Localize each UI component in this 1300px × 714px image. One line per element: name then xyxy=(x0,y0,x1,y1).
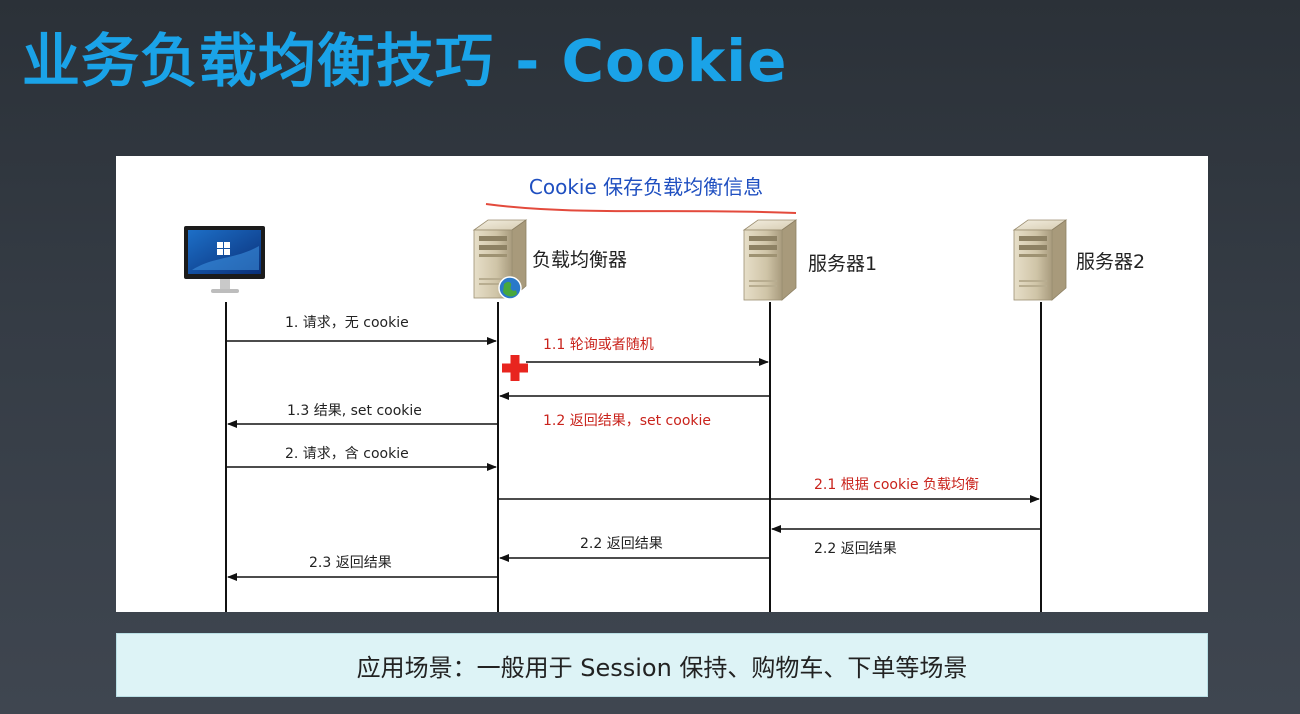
entity-label-server1: 服务器1 xyxy=(808,253,878,275)
diagram-panel: Cookie 保存负载均衡信息 负载均衡器 服务器1 服务器2 1. 请求，无 … xyxy=(116,156,1208,612)
message-label: 2.1 根据 cookie 负载均衡 xyxy=(814,477,980,493)
message-label: 2. 请求，含 cookie xyxy=(285,446,409,462)
message-label: 1. 请求，无 cookie xyxy=(285,315,409,331)
message-label: 1.1 轮询或者随机 xyxy=(543,337,654,353)
message-label: 1.2 返回结果，set cookie xyxy=(543,413,711,429)
server-icon xyxy=(742,219,798,301)
red-cross-icon xyxy=(502,355,528,381)
entity-label-server2: 服务器2 xyxy=(1076,251,1146,273)
usage-banner: 应用场景：一般用于 Session 保持、购物车、下单等场景 xyxy=(116,633,1208,697)
subtitle-underline xyxy=(485,203,797,214)
diagram-subtitle: Cookie 保存负载均衡信息 xyxy=(528,175,764,199)
server-globe-icon xyxy=(472,219,528,300)
message-label: 2.2 返回结果 xyxy=(580,536,663,552)
message-label: 2.3 返回结果 xyxy=(309,555,392,571)
slide-title: 业务负载均衡技巧 - Cookie xyxy=(22,27,788,95)
entity-label-lb: 负载均衡器 xyxy=(532,249,628,271)
message-label: 1.3 结果, set cookie xyxy=(287,403,422,419)
server-icon xyxy=(1012,219,1068,301)
message-label: 2.2 返回结果 xyxy=(814,541,897,557)
monitor-icon xyxy=(184,226,265,293)
